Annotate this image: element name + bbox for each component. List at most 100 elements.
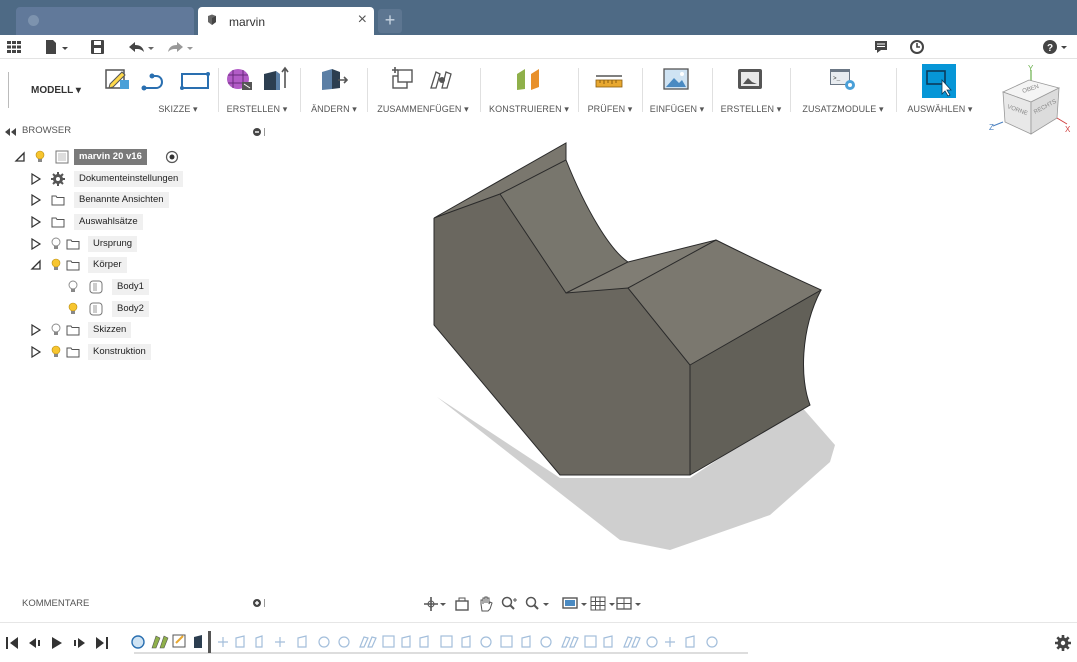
3d-viewport[interactable] [270, 124, 1077, 590]
notifications-icon[interactable] [873, 38, 889, 56]
timeline-sketch-icon[interactable] [131, 635, 145, 649]
step-forward-icon[interactable] [74, 638, 85, 648]
assemble-group-label[interactable]: ZUSAMMENFÜGEN ▾ [372, 104, 474, 115]
create-form-icon[interactable] [224, 66, 254, 92]
viewports-icon[interactable] [616, 596, 642, 612]
press-pull-icon[interactable] [318, 66, 348, 92]
visibility-bulb-icon[interactable] [68, 302, 78, 316]
inspect-group-label[interactable]: PRÜFEN ▾ [582, 104, 638, 115]
timeline-features[interactable] [128, 629, 768, 659]
construct-group-label[interactable]: KONSTRUIEREN ▾ [484, 104, 574, 115]
rectangle-icon[interactable] [180, 70, 210, 92]
comments-add-icon[interactable] [252, 598, 268, 608]
go-to-end-icon[interactable] [96, 637, 108, 649]
expanded-triangle-icon[interactable] [14, 151, 26, 163]
tree-item-body1[interactable]: Body1 [66, 278, 226, 296]
expanded-triangle-icon[interactable] [30, 259, 42, 271]
tree-item-selection-sets[interactable]: Auswahlsätze [30, 213, 230, 231]
orbit-icon[interactable] [424, 596, 446, 612]
tree-item-origin[interactable]: Ursprung [30, 235, 230, 253]
addins-group: >_ ZUSATZMODULE ▾ [794, 60, 892, 120]
create-group-label[interactable]: ERSTELLEN ▾ [222, 104, 292, 115]
step-back-icon[interactable] [29, 638, 40, 648]
svg-text:?: ? [1047, 43, 1053, 54]
modify-group-label[interactable]: ÄNDERN ▾ [304, 104, 364, 115]
browser-pin-icon[interactable] [252, 127, 268, 137]
visibility-bulb-icon[interactable] [35, 150, 45, 164]
file-menu-icon[interactable] [44, 38, 70, 56]
save-icon[interactable] [90, 38, 106, 56]
select-tool-button[interactable] [922, 64, 956, 98]
undo-icon[interactable] [126, 38, 156, 56]
collapsed-triangle-icon[interactable] [30, 324, 42, 336]
visibility-bulb-off-icon[interactable] [51, 323, 61, 337]
document-tab-inactive[interactable] [16, 7, 194, 35]
timeline-plane-icon[interactable] [151, 635, 169, 649]
grid-snaps-icon[interactable] [590, 596, 616, 612]
look-at-icon[interactable] [454, 596, 470, 612]
select-group: AUSWÄHLEN ▾ [900, 60, 980, 120]
app-grid-icon[interactable] [6, 38, 22, 56]
visibility-bulb-off-icon[interactable] [51, 237, 61, 251]
scripts-addins-icon[interactable]: >_ [828, 66, 858, 92]
comments-title: KOMMENTARE [22, 598, 90, 609]
select-group-label[interactable]: AUSWÄHLEN ▾ [900, 104, 980, 115]
close-tab-icon[interactable]: × [358, 11, 367, 29]
go-to-start-icon[interactable] [6, 637, 18, 649]
tree-item-document-settings[interactable]: Dokumenteinstellungen [30, 170, 230, 188]
render-icon[interactable] [736, 66, 764, 92]
browser-title: BROWSER [22, 125, 72, 136]
tree-item-construction[interactable]: Konstruktion [30, 343, 230, 361]
collapse-panel-icon[interactable] [5, 128, 17, 136]
pan-hand-icon[interactable] [478, 595, 494, 613]
divider [896, 68, 897, 112]
workspace-switcher[interactable]: MODELL ▾ [8, 72, 88, 108]
display-settings-icon[interactable] [562, 596, 588, 612]
sketch-group-label[interactable]: SKIZZE ▾ [130, 104, 226, 115]
tab-title: marvin [229, 15, 266, 29]
job-status-clock-icon[interactable] [909, 38, 925, 56]
timeline-extrude-icon[interactable] [194, 635, 202, 648]
collapsed-triangle-icon[interactable] [30, 173, 42, 185]
measure-icon[interactable] [594, 70, 624, 90]
tree-item-label: Body2 [112, 301, 149, 317]
tree-item-body2[interactable]: Body2 [66, 300, 226, 318]
collapsed-triangle-icon[interactable] [30, 346, 42, 358]
redo-icon[interactable] [165, 38, 195, 56]
visibility-bulb-off-icon[interactable] [68, 280, 78, 294]
timeline-marker[interactable] [208, 631, 211, 653]
visibility-bulb-icon[interactable] [51, 258, 61, 272]
create-sketch-icon[interactable] [104, 66, 130, 92]
folder-icon [51, 217, 65, 228]
help-icon[interactable]: ? [1041, 38, 1069, 56]
render-create-group-label[interactable]: ERSTELLEN ▾ [716, 104, 786, 115]
collapsed-triangle-icon[interactable] [30, 216, 42, 228]
offset-plane-icon[interactable] [514, 66, 544, 92]
divider [300, 68, 301, 112]
zoom-icon[interactable] [501, 596, 519, 612]
fit-zoom-icon[interactable] [524, 596, 550, 612]
document-tab-marvin[interactable]: marvin × [198, 7, 374, 35]
tree-item-label: Ursprung [88, 236, 138, 252]
extrude-icon[interactable] [260, 66, 290, 92]
collapsed-triangle-icon[interactable] [30, 238, 42, 250]
tree-item-bodies[interactable]: Körper [30, 256, 230, 274]
joint-icon[interactable] [428, 66, 456, 92]
document-tab-bar: marvin × + [0, 0, 1077, 35]
insert-group-label[interactable]: EINFÜGEN ▾ [646, 104, 708, 115]
tree-item-named-views[interactable]: Benannte Ansichten [30, 191, 230, 209]
new-component-icon[interactable] [390, 66, 416, 92]
visibility-bulb-icon[interactable] [51, 345, 61, 359]
tree-root-row[interactable]: marvin 20 v16 [14, 148, 214, 166]
timeline-settings-gear-icon[interactable] [1054, 634, 1072, 652]
root-component-label[interactable]: marvin 20 v16 [74, 149, 147, 165]
new-tab-button[interactable]: + [378, 9, 402, 33]
play-icon[interactable] [52, 637, 62, 649]
insert-image-icon[interactable] [662, 66, 690, 92]
tree-item-sketches[interactable]: Skizzen [30, 321, 230, 339]
line-icon[interactable] [140, 70, 170, 92]
activate-radio-icon[interactable] [165, 150, 179, 164]
part-document-icon [208, 14, 216, 25]
addins-group-label[interactable]: ZUSATZMODULE ▾ [794, 104, 892, 115]
collapsed-triangle-icon[interactable] [30, 194, 42, 206]
